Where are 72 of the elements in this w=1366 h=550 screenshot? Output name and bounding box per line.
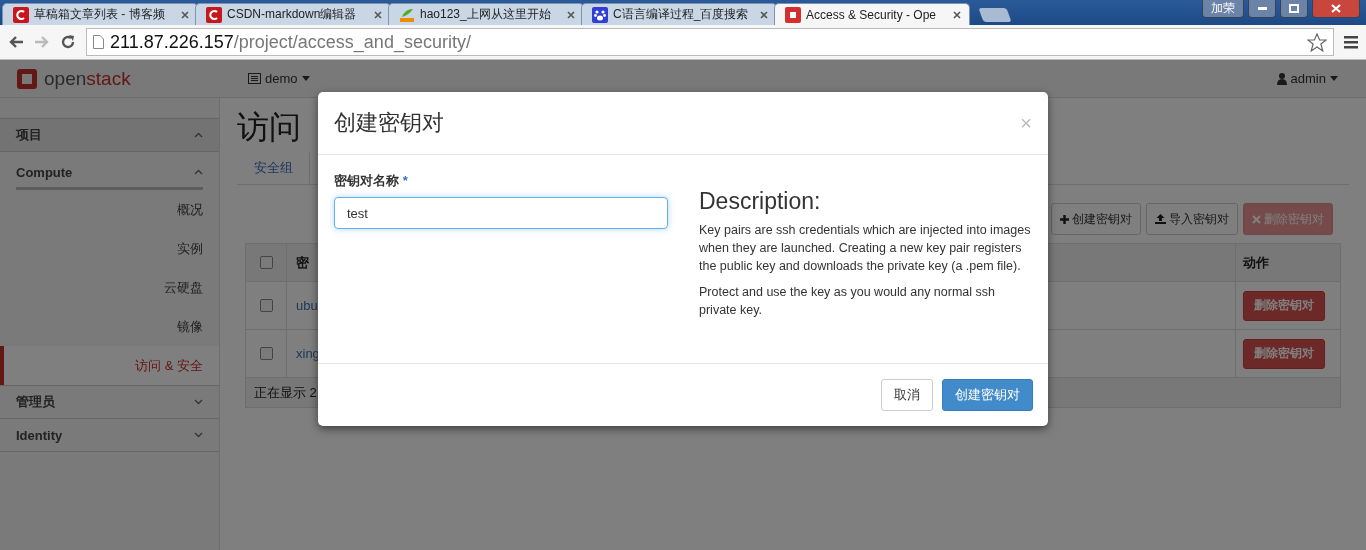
page-title: 访问 (237, 108, 301, 147)
menu-icon[interactable] (1344, 35, 1358, 49)
description-text: Key pairs are ssh credentials which are injected into images when they are launched. Creating a new key pair registers the public key and downloads the private key (a .pem file). (699, 222, 1032, 275)
sidebar-item[interactable]: 云硬盘 (0, 268, 219, 307)
browser-tab[interactable]: 草稿箱文章列表 - 博客频 (2, 3, 198, 25)
close-icon[interactable] (760, 10, 768, 19)
paw-icon (592, 6, 608, 23)
close-icon[interactable] (374, 10, 382, 19)
field-label: 密钥对名称 * (334, 172, 409, 190)
close-icon[interactable] (953, 10, 961, 19)
sidebar-item[interactable]: 镜像 (0, 307, 219, 346)
star-icon[interactable] (1307, 32, 1327, 52)
checkbox[interactable] (259, 347, 273, 360)
user-menu[interactable]: admin (1276, 71, 1338, 86)
checkbox[interactable] (259, 256, 273, 269)
description-title: Description: (699, 188, 822, 215)
sidebar-item[interactable]: 实例 (0, 229, 219, 268)
maximize-button[interactable] (1280, 0, 1308, 18)
back-icon[interactable] (8, 35, 24, 49)
chevron-up-icon (194, 132, 203, 138)
address-bar[interactable]: 211.87.226.157/project/access_and_security/ (86, 28, 1334, 56)
page-tab[interactable]: 安全组 (237, 152, 310, 184)
action-button[interactable]: 导入密钥对 (1146, 203, 1238, 235)
browser-tab[interactable]: CSDN-markdown编辑器 (195, 3, 391, 25)
new-tab-button[interactable] (978, 8, 1012, 22)
c-logo-icon (13, 6, 29, 23)
leaf-icon (399, 6, 415, 23)
user-icon (1276, 72, 1287, 85)
page-icon (93, 35, 104, 49)
cancel-button[interactable]: 取消 (881, 379, 933, 411)
close-window-button[interactable] (1312, 0, 1360, 18)
c-logo-icon (206, 6, 222, 23)
close-icon (1331, 4, 1341, 13)
browser-tab[interactable]: Access & Security - Ope (774, 3, 970, 25)
brand-name: openstack (44, 67, 131, 90)
sidebar-item[interactable]: 访问 & 安全 (0, 346, 219, 385)
delete-button[interactable]: 删除密钥对 (1243, 338, 1325, 369)
maximize-icon (1289, 4, 1299, 13)
sidebar-section[interactable]: 项目 (0, 118, 219, 152)
chevron-down-icon (194, 399, 203, 405)
list-icon (248, 73, 261, 84)
submit-button[interactable]: 创建密钥对 (942, 379, 1033, 411)
dialog-title: 创建密钥对 (334, 109, 444, 137)
sidebar-item[interactable]: 概况 (0, 190, 219, 229)
checkbox[interactable] (259, 299, 273, 312)
column-header: 动作 (1235, 244, 1340, 281)
minimize-button[interactable] (1248, 0, 1276, 18)
action-button[interactable]: 创建密钥对 (1051, 203, 1141, 235)
column-header: 密 (296, 253, 309, 272)
chevron-down-icon (194, 432, 203, 438)
logo-icon (16, 67, 38, 90)
name-input[interactable]: test (334, 197, 668, 229)
sidebar-group[interactable]: Compute (16, 157, 203, 190)
browser-tab[interactable]: hao123_上网从这里开始 (388, 3, 584, 25)
plus-icon (1060, 214, 1069, 224)
delete-button[interactable]: 删除密钥对 (1243, 290, 1325, 321)
url-text: 211.87.226.157/project/access_and_security/ (110, 31, 471, 53)
caret-icon (301, 76, 310, 81)
description-text: Protect and use the key as you would any normal ssh private key. (699, 284, 996, 319)
keypair-link[interactable]: ubu (296, 298, 318, 313)
upload-icon (1155, 214, 1166, 224)
caret-icon (1330, 76, 1338, 81)
browser-tab[interactable]: C语言编译过程_百度搜索 (581, 3, 777, 25)
close-icon[interactable] (567, 10, 575, 19)
square-logo-icon (785, 6, 801, 23)
chevron-up-icon (194, 169, 203, 175)
close-icon[interactable] (181, 10, 189, 19)
reload-icon[interactable] (60, 34, 76, 50)
window-badge[interactable]: 加荣 (1202, 0, 1244, 18)
minimize-icon (1257, 7, 1267, 10)
project-menu[interactable]: demo (248, 71, 310, 86)
close-button[interactable]: × (1020, 111, 1032, 135)
